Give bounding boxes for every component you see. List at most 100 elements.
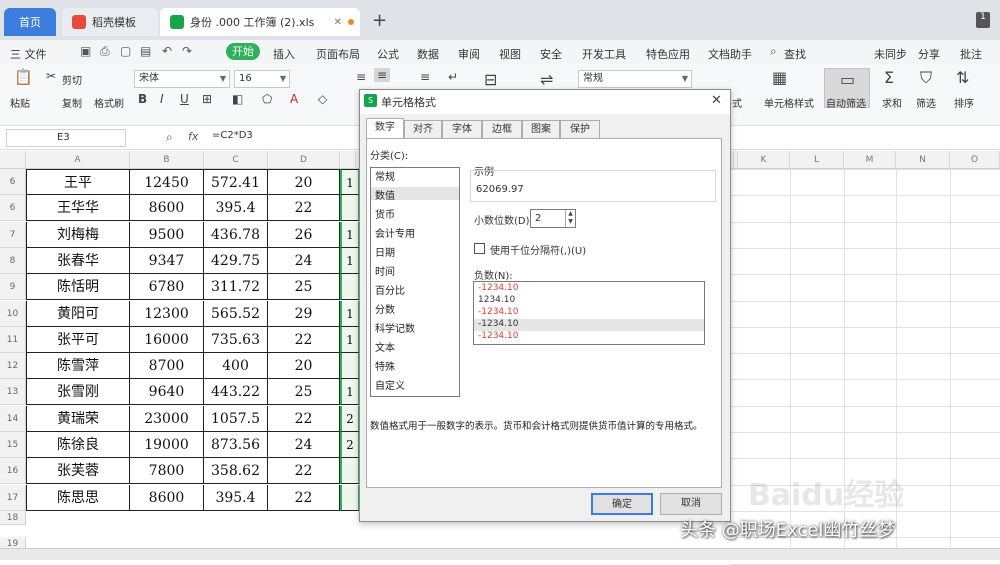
column-header[interactable] <box>340 151 356 169</box>
wrap-icon[interactable]: ↵ <box>448 70 458 84</box>
table-cell-b[interactable]: 9347 <box>130 248 204 274</box>
table-cell-name[interactable]: 张平可 <box>26 327 130 353</box>
table-cell-c[interactable]: 873.56 <box>204 432 268 458</box>
search-icon[interactable]: ⌕ <box>770 44 777 59</box>
row-header[interactable]: 16 <box>0 458 26 484</box>
copy-button[interactable]: 复制 <box>62 95 82 110</box>
row-header[interactable]: 6 <box>0 169 26 195</box>
export-icon[interactable]: ▤ <box>140 44 151 58</box>
undo-icon[interactable]: ↶ <box>162 44 172 58</box>
save-icon[interactable]: ▣ <box>80 44 91 58</box>
table-cell-b[interactable]: 8700 <box>130 353 204 379</box>
table-cell-e[interactable] <box>340 485 360 511</box>
row-header[interactable]: 12 <box>0 353 26 379</box>
table-cell-d[interactable]: 22 <box>268 327 340 353</box>
wrap-text-icon[interactable]: ⇌ <box>540 70 553 89</box>
border-icon[interactable]: ⊞ <box>202 92 212 106</box>
row-header[interactable]: 13 <box>0 379 26 405</box>
category-item[interactable]: 会计专用 <box>375 225 415 240</box>
column-header[interactable]: L <box>790 151 844 169</box>
table-cell-name[interactable]: 刘梅梅 <box>26 222 130 248</box>
negative-option[interactable]: 1234.10 <box>478 295 515 305</box>
redo-icon[interactable]: ↷ <box>182 44 192 58</box>
table-cell-d[interactable]: 20 <box>268 169 340 195</box>
add-tab-button[interactable]: + <box>372 10 387 31</box>
italic-icon[interactable]: I <box>160 92 164 106</box>
table-cell-e[interactable]: 1 <box>340 222 360 248</box>
column-header[interactable]: M <box>844 151 896 169</box>
menu-data[interactable]: 数据 <box>417 46 439 62</box>
font-name-select[interactable]: 宋体 ▼ <box>134 70 230 88</box>
table-cell-d[interactable]: 24 <box>268 248 340 274</box>
table-cell-name[interactable]: 张芙蓉 <box>26 458 130 484</box>
table-cell-d[interactable]: 26 <box>268 222 340 248</box>
cut-icon[interactable]: ✂ <box>46 69 56 83</box>
column-header[interactable]: K <box>738 151 790 169</box>
menu-doc-assistant[interactable]: 文档助手 <box>708 46 752 62</box>
column-header[interactable]: B <box>130 151 204 169</box>
row-header[interactable]: 10 <box>0 301 26 327</box>
filter-icon[interactable]: ⛉ <box>920 68 932 88</box>
sum-button[interactable]: 求和 <box>882 95 902 110</box>
format-painter-button[interactable]: 格式刷 <box>94 95 124 110</box>
row-header[interactable]: 14 <box>0 406 26 432</box>
category-item[interactable]: 文本 <box>375 339 395 354</box>
preview-icon[interactable]: ▢ <box>120 44 131 58</box>
table-cell-e[interactable]: 1 <box>340 248 360 274</box>
table-cell-e[interactable] <box>340 195 360 221</box>
dialog-tab[interactable]: 字体 <box>442 120 482 138</box>
table-cell-c[interactable]: 395.4 <box>204 195 268 221</box>
table-cell-c[interactable]: 436.78 <box>204 222 268 248</box>
table-cell-d[interactable]: 22 <box>268 406 340 432</box>
column-header[interactable]: D <box>268 151 340 169</box>
table-cell-d[interactable]: 24 <box>268 432 340 458</box>
table-cell-d[interactable]: 20 <box>268 353 340 379</box>
font-size-select[interactable]: 16 ▼ <box>234 70 290 88</box>
table-cell-name[interactable]: 陈恬明 <box>26 274 130 300</box>
column-header[interactable]: O <box>950 151 1000 169</box>
table-cell-c[interactable]: 311.72 <box>204 274 268 300</box>
table-cell-c[interactable]: 395.4 <box>204 485 268 511</box>
column-header[interactable]: N <box>896 151 950 169</box>
sum-icon[interactable]: Σ <box>884 68 894 87</box>
column-header[interactable]: A <box>26 151 130 169</box>
negative-option[interactable]: -1234.10 <box>478 319 518 329</box>
print-icon[interactable]: ⎙ <box>100 44 110 59</box>
table-cell-b[interactable]: 9640 <box>130 379 204 405</box>
category-item[interactable]: 百分比 <box>375 282 405 297</box>
row-header[interactable]: 8 <box>0 248 26 274</box>
zoom-icon[interactable]: ⌕ <box>166 130 173 145</box>
cut-button[interactable]: 剪切 <box>62 72 82 87</box>
table-cell-b[interactable]: 9500 <box>130 222 204 248</box>
table-cell-b[interactable]: 12300 <box>130 301 204 327</box>
underline-icon[interactable]: U <box>180 92 189 106</box>
row-header[interactable]: 18 <box>0 511 26 525</box>
table-cell-b[interactable]: 12450 <box>130 169 204 195</box>
clear-format-icon[interactable]: ◇ <box>318 92 327 106</box>
dialog-tab[interactable]: 保护 <box>560 120 600 138</box>
comment-button[interactable]: 批注 <box>960 46 982 62</box>
menu-security[interactable]: 安全 <box>540 46 562 62</box>
cell-style-button[interactable]: 单元格样式 <box>764 95 814 110</box>
table-cell-e[interactable]: 2 <box>340 432 360 458</box>
align-center-icon[interactable]: ≡ <box>420 70 430 84</box>
negative-option[interactable]: -1234.10 <box>478 331 518 341</box>
table-cell-b[interactable]: 19000 <box>130 432 204 458</box>
align-top-icon[interactable]: ≡ <box>356 70 366 84</box>
category-item[interactable]: 货币 <box>375 206 395 221</box>
window-badge-icon[interactable]: 1 <box>976 12 990 28</box>
cancel-button[interactable]: 取消 <box>660 493 722 515</box>
row-header[interactable]: 9 <box>0 274 26 300</box>
table-cell-d[interactable]: 29 <box>268 301 340 327</box>
category-item[interactable]: 分数 <box>375 301 395 316</box>
select-all-corner[interactable] <box>0 151 26 169</box>
menu-view[interactable]: 视图 <box>499 46 521 62</box>
merge-icon[interactable]: ⊟ <box>484 70 497 89</box>
dialog-tab[interactable]: 数字 <box>366 118 404 139</box>
table-cell-name[interactable]: 陈徐良 <box>26 432 130 458</box>
menu-start[interactable]: 开始 <box>226 43 260 60</box>
shape-icon[interactable]: ⬠ <box>262 92 272 106</box>
column-header[interactable]: C <box>204 151 268 169</box>
category-item[interactable]: 科学记数 <box>375 320 415 335</box>
table-cell-e[interactable]: 1 <box>340 327 360 353</box>
